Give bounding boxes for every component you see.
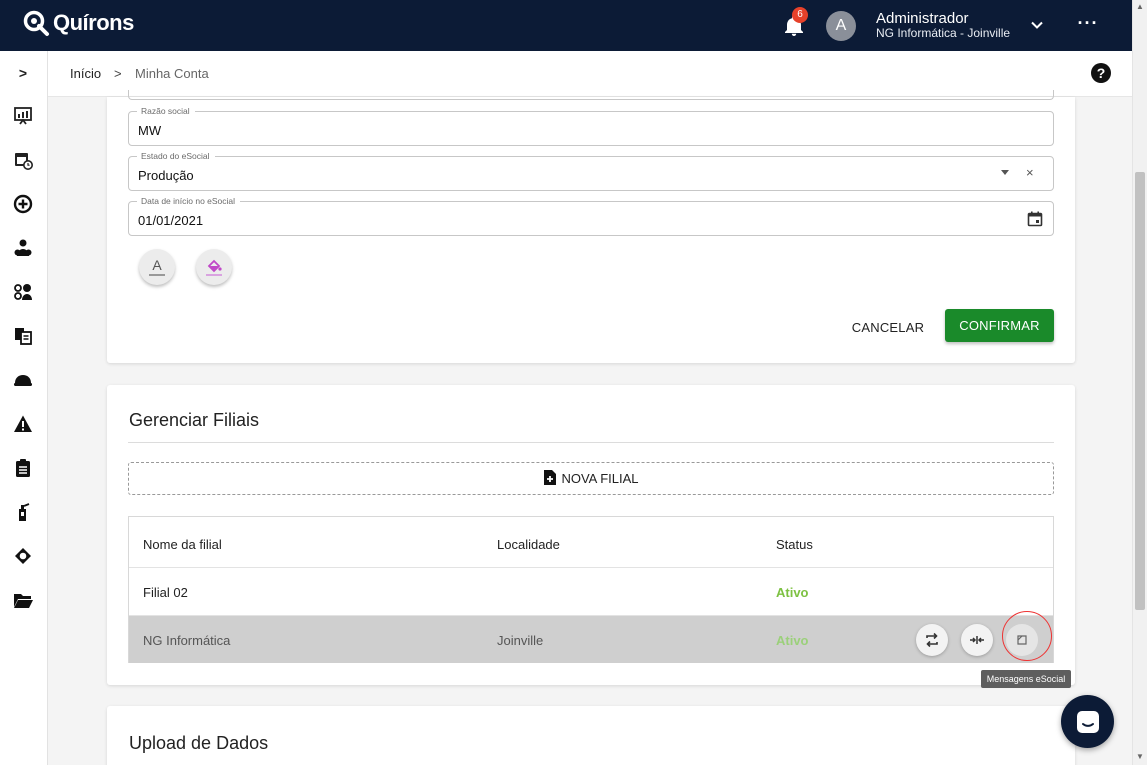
- plus-circle-icon[interactable]: [12, 193, 34, 215]
- text-color-button[interactable]: A: [139, 249, 175, 285]
- upload-card: Upload de Dados: [107, 706, 1075, 765]
- merge-arrows-icon: [970, 636, 984, 644]
- dropdown-arrow-icon[interactable]: [1001, 170, 1009, 175]
- file-plus-icon: [543, 469, 557, 489]
- branch-locality: Joinville: [497, 633, 544, 648]
- warning-icon[interactable]: [12, 413, 34, 435]
- new-branch-label: NOVA FILIAL: [561, 471, 639, 486]
- fill-color-button[interactable]: [196, 249, 232, 285]
- estado-esocial-value[interactable]: Produção: [138, 168, 194, 183]
- merge-button[interactable]: [961, 624, 993, 656]
- sidebar: >: [0, 51, 48, 765]
- text-color-swatch: [149, 274, 165, 276]
- razao-social-field[interactable]: Razão social MW: [128, 106, 1054, 146]
- brand-name: Quírons: [53, 10, 134, 35]
- calendar-icon[interactable]: [1027, 211, 1043, 227]
- users-group-icon[interactable]: [12, 237, 34, 259]
- paint-bucket-icon: [206, 259, 222, 276]
- branches-table: Nome da filial Localidade Status Filial …: [128, 516, 1054, 663]
- cancel-button[interactable]: CANCELAR: [843, 313, 933, 343]
- razao-social-label: Razão social: [137, 106, 195, 116]
- branch-name: NG Informática: [143, 633, 231, 648]
- breadcrumb-home-link[interactable]: Início: [70, 66, 101, 81]
- tooltip: Mensagens eSocial: [981, 670, 1071, 688]
- logo-icon: [22, 9, 50, 37]
- title-divider: [128, 442, 1054, 443]
- table-row[interactable]: NG Informática Joinville Ativo: [129, 615, 1053, 663]
- confirm-button[interactable]: CONFIRMAR: [945, 309, 1054, 342]
- chevron-right-icon: >: [114, 66, 122, 81]
- data-inicio-label: Data de início no eSocial: [137, 196, 241, 206]
- scroll-thumb[interactable]: [1135, 172, 1145, 610]
- documents-icon[interactable]: [12, 325, 34, 347]
- estado-esocial-select[interactable]: Estado do eSocial Produção ×: [128, 151, 1054, 191]
- page-scrollbar[interactable]: ▲ ▼: [1132, 0, 1147, 765]
- expand-sidebar-button[interactable]: >: [12, 62, 34, 84]
- chevron-down-icon[interactable]: [1030, 18, 1044, 32]
- previous-field-edge: [128, 90, 1054, 100]
- avatar[interactable]: A: [826, 11, 856, 41]
- estado-esocial-label: Estado do eSocial: [137, 151, 215, 161]
- table-row[interactable]: Filial 02 Ativo: [129, 567, 1053, 615]
- status-badge: Ativo: [776, 633, 809, 648]
- clear-icon[interactable]: ×: [1026, 165, 1034, 180]
- upload-title: Upload de Dados: [129, 733, 269, 753]
- app-logo[interactable]: Quírons: [22, 9, 134, 37]
- breadcrumb-current: Minha Conta: [135, 66, 209, 81]
- user-settings-icon[interactable]: [12, 281, 34, 303]
- razao-social-value[interactable]: MW: [138, 123, 161, 138]
- branches-card: Gerenciar Filiais NOVA FILIAL Nome da fi…: [107, 385, 1075, 685]
- chart-presentation-icon[interactable]: [12, 105, 34, 127]
- user-organization[interactable]: NG Informática - Joinville: [876, 27, 1010, 40]
- top-bar: Quírons 6 A Administrador NG Informática…: [0, 0, 1132, 51]
- scroll-up-icon[interactable]: ▲: [1136, 2, 1144, 11]
- repeat-icon: [926, 632, 938, 648]
- worker-icon[interactable]: [12, 545, 34, 567]
- text-color-glyph: A: [152, 257, 162, 273]
- help-icon[interactable]: ?: [1091, 63, 1111, 83]
- transfer-button[interactable]: [916, 624, 948, 656]
- column-header-status: Status: [776, 537, 813, 552]
- scroll-down-icon[interactable]: ▼: [1136, 752, 1144, 761]
- data-inicio-value[interactable]: 01/01/2021: [138, 213, 203, 228]
- text-color-icon: A: [149, 258, 165, 276]
- data-inicio-field[interactable]: Data de início no eSocial 01/01/2021: [128, 196, 1054, 236]
- branch-name: Filial 02: [143, 585, 188, 600]
- account-form-card: Razão social MW Estado do eSocial Produç…: [107, 90, 1075, 363]
- new-branch-button[interactable]: NOVA FILIAL: [128, 462, 1054, 495]
- notification-badge: 6: [792, 7, 808, 23]
- status-badge: Ativo: [776, 585, 809, 600]
- helmet-icon[interactable]: [12, 369, 34, 391]
- highlight-circle: [1002, 611, 1052, 661]
- branches-title: Gerenciar Filiais: [129, 410, 260, 430]
- fill-color-swatch: [206, 273, 222, 276]
- chat-button[interactable]: [1061, 695, 1114, 748]
- more-menu-button[interactable]: ···: [1075, 14, 1101, 36]
- user-name[interactable]: Administrador: [876, 11, 969, 26]
- column-header-name: Nome da filial: [143, 537, 222, 552]
- folder-open-icon[interactable]: [12, 589, 34, 611]
- calendar-clock-icon[interactable]: [12, 149, 34, 171]
- clipboard-icon[interactable]: [12, 457, 34, 479]
- fire-extinguisher-icon[interactable]: [12, 501, 34, 523]
- chat-icon: [1076, 710, 1099, 733]
- column-header-locality: Localidade: [497, 537, 560, 552]
